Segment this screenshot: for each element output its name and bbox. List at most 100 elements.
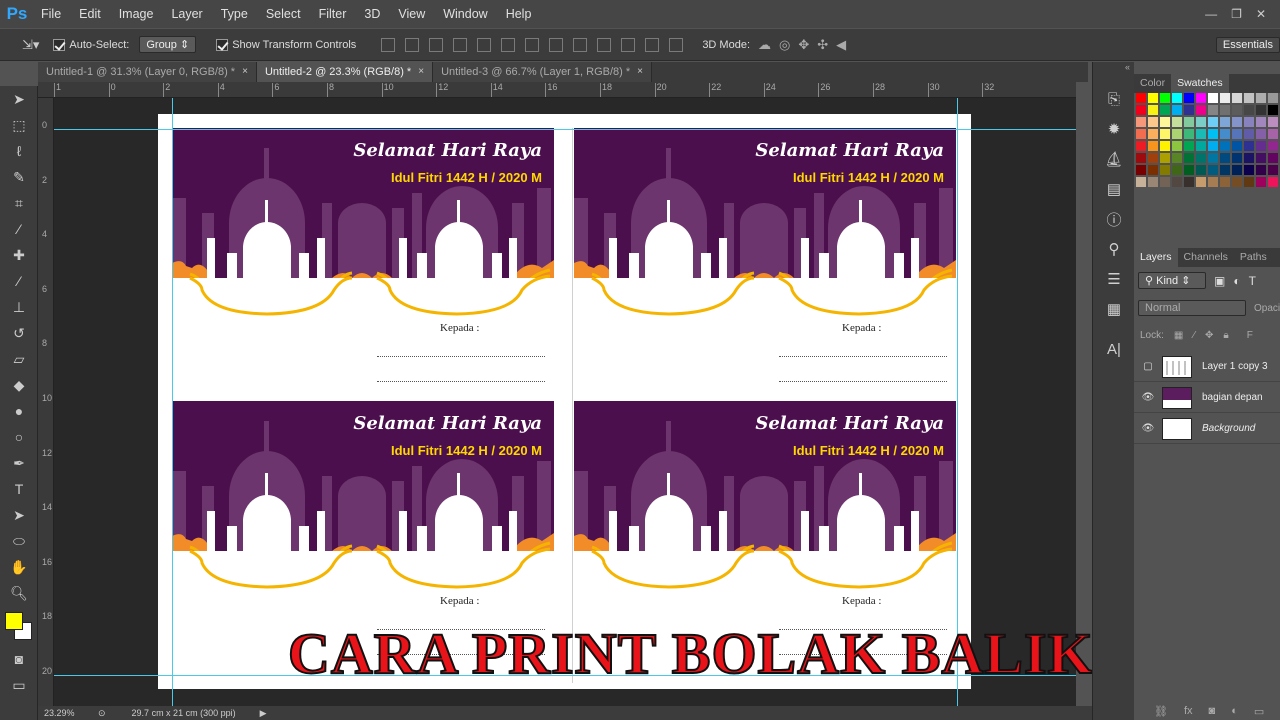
- tab-untitled-2[interactable]: Untitled-2 @ 23.3% (RGB/8) * ×: [256, 62, 434, 82]
- screen-mode-icon[interactable]: ▭: [0, 672, 38, 698]
- color-swatch[interactable]: [1172, 141, 1182, 151]
- color-swatch[interactable]: [1220, 105, 1230, 115]
- color-swatch[interactable]: [1244, 105, 1254, 115]
- color-swatch[interactable]: [1148, 165, 1158, 175]
- color-swatch[interactable]: [1220, 129, 1230, 139]
- photoshop-logo[interactable]: Ps: [2, 0, 32, 28]
- color-swatch[interactable]: [1256, 141, 1266, 151]
- color-swatch[interactable]: [1268, 93, 1278, 103]
- color-swatch[interactable]: [1256, 117, 1266, 127]
- slide-icon[interactable]: ✣: [817, 37, 828, 53]
- color-swatch[interactable]: [1220, 177, 1230, 187]
- color-swatch[interactable]: [1244, 165, 1254, 175]
- menu-layer[interactable]: Layer: [162, 0, 211, 28]
- horizontal-ruler[interactable]: 1 0 2 4 6 8 10 12 14 16 18 20 22 24 26 28 30 32: [38, 82, 1076, 98]
- brush-settings-icon[interactable]: ✹: [1093, 114, 1135, 144]
- color-swatch[interactable]: [1232, 177, 1242, 187]
- color-swatch[interactable]: [1208, 165, 1218, 175]
- menu-select[interactable]: Select: [257, 0, 310, 28]
- color-swatch[interactable]: [1196, 165, 1206, 175]
- paint-bucket-tool-icon[interactable]: ◆: [0, 372, 38, 398]
- align-top-icon[interactable]: [381, 37, 396, 52]
- color-swatch[interactable]: [1184, 105, 1194, 115]
- distribute-left-icon[interactable]: [597, 37, 612, 52]
- healing-brush-tool-icon[interactable]: ✚: [0, 242, 38, 268]
- roll-icon[interactable]: ◎: [779, 37, 790, 53]
- menu-3d[interactable]: 3D: [355, 0, 389, 28]
- color-swatch[interactable]: [1220, 141, 1230, 151]
- hand-tool-icon[interactable]: ✋: [0, 554, 38, 580]
- color-swatch[interactable]: [1208, 153, 1218, 163]
- color-swatch[interactable]: [1172, 105, 1182, 115]
- color-swatch[interactable]: [1244, 153, 1254, 163]
- color-swatch[interactable]: [1184, 93, 1194, 103]
- color-swatch[interactable]: [1268, 141, 1278, 151]
- vertical-ruler[interactable]: 024681012141618200: [38, 98, 54, 706]
- filter-type-icon[interactable]: T: [1249, 274, 1256, 288]
- color-swatch[interactable]: [1160, 177, 1170, 187]
- color-swatch[interactable]: [1148, 93, 1158, 103]
- color-swatch[interactable]: [1232, 93, 1242, 103]
- color-swatch[interactable]: [1148, 117, 1158, 127]
- workspace-switcher[interactable]: Essentials: [1215, 36, 1280, 53]
- tab-layers[interactable]: Layers: [1134, 248, 1178, 267]
- color-swatch[interactable]: [1172, 165, 1182, 175]
- pen-tool-icon[interactable]: ✒: [0, 450, 38, 476]
- lock-position-icon[interactable]: ✥: [1205, 330, 1213, 341]
- color-swatch[interactable]: [1172, 177, 1182, 187]
- history-brush-tool-icon[interactable]: ↺: [0, 320, 38, 346]
- color-swatch[interactable]: [1268, 177, 1278, 187]
- color-swatch[interactable]: [1136, 153, 1146, 163]
- color-swatch[interactable]: [1232, 117, 1242, 127]
- crop-tool-icon[interactable]: ⌗: [0, 190, 38, 216]
- close-icon[interactable]: ✕: [1256, 7, 1266, 21]
- layer-name[interactable]: Background: [1202, 423, 1255, 434]
- tab-close-icon[interactable]: ×: [637, 62, 643, 82]
- auto-select-dropdown[interactable]: Group ⇕: [139, 36, 197, 53]
- menu-file[interactable]: File: [32, 0, 70, 28]
- auto-align-icon[interactable]: [669, 37, 684, 52]
- tab-paths[interactable]: Paths: [1234, 248, 1273, 267]
- dodge-tool-icon[interactable]: ○: [0, 424, 38, 450]
- align-vcenter-icon[interactable]: [405, 37, 420, 52]
- color-swatch[interactable]: [1256, 105, 1266, 115]
- color-swatch[interactable]: [1136, 177, 1146, 187]
- zoom-tool-icon[interactable]: 🔍︎: [0, 580, 38, 606]
- character-panel-icon[interactable]: A|: [1093, 334, 1135, 364]
- color-swatch[interactable]: [1256, 165, 1266, 175]
- color-swatch[interactable]: [1232, 141, 1242, 151]
- distribute-bottom-icon[interactable]: [573, 37, 588, 52]
- blend-mode-dropdown[interactable]: Normal: [1138, 300, 1246, 316]
- move-tool-icon[interactable]: ➤: [0, 86, 38, 112]
- align-right-icon[interactable]: [501, 37, 516, 52]
- quick-selection-tool-icon[interactable]: ✎: [0, 164, 38, 190]
- menu-edit[interactable]: Edit: [70, 0, 110, 28]
- color-swatch[interactable]: [1196, 177, 1206, 187]
- color-swatch[interactable]: [1136, 105, 1146, 115]
- color-swatch[interactable]: [1268, 105, 1278, 115]
- tab-close-icon[interactable]: ×: [418, 62, 424, 82]
- color-swatch[interactable]: [1232, 153, 1242, 163]
- color-swatch[interactable]: [1256, 93, 1266, 103]
- color-swatch[interactable]: [1148, 177, 1158, 187]
- tab-channels[interactable]: Channels: [1178, 248, 1234, 267]
- quick-mask-icon[interactable]: ◙: [0, 646, 38, 672]
- color-swatch[interactable]: [1136, 117, 1146, 127]
- document-canvas[interactable]: Selamat Hari Raya Idul Fitri 1442 H / 202…: [158, 114, 971, 689]
- menu-view[interactable]: View: [389, 0, 434, 28]
- zoom-level[interactable]: 23.29%: [44, 708, 94, 718]
- guide-line[interactable]: [957, 98, 958, 706]
- show-transform-checkbox[interactable]: Show Transform Controls: [216, 38, 356, 51]
- foreground-color-swatch[interactable]: [5, 612, 23, 630]
- color-swatch[interactable]: [1244, 117, 1254, 127]
- blur-tool-icon[interactable]: ●: [0, 398, 38, 424]
- brush-tool-icon[interactable]: ⁄: [0, 268, 38, 294]
- layer-kind-filter[interactable]: ⚲ Kind ⇕: [1138, 272, 1206, 289]
- color-swatch[interactable]: [1208, 93, 1218, 103]
- new-adjustment-icon[interactable]: ◐: [1231, 705, 1238, 718]
- align-bottom-icon[interactable]: [429, 37, 444, 52]
- layer-row[interactable]: 👁︎ bagian depan: [1134, 383, 1280, 413]
- styles-icon[interactable]: ▦: [1093, 294, 1135, 324]
- color-swatch[interactable]: [1196, 93, 1206, 103]
- color-swatch[interactable]: [1196, 105, 1206, 115]
